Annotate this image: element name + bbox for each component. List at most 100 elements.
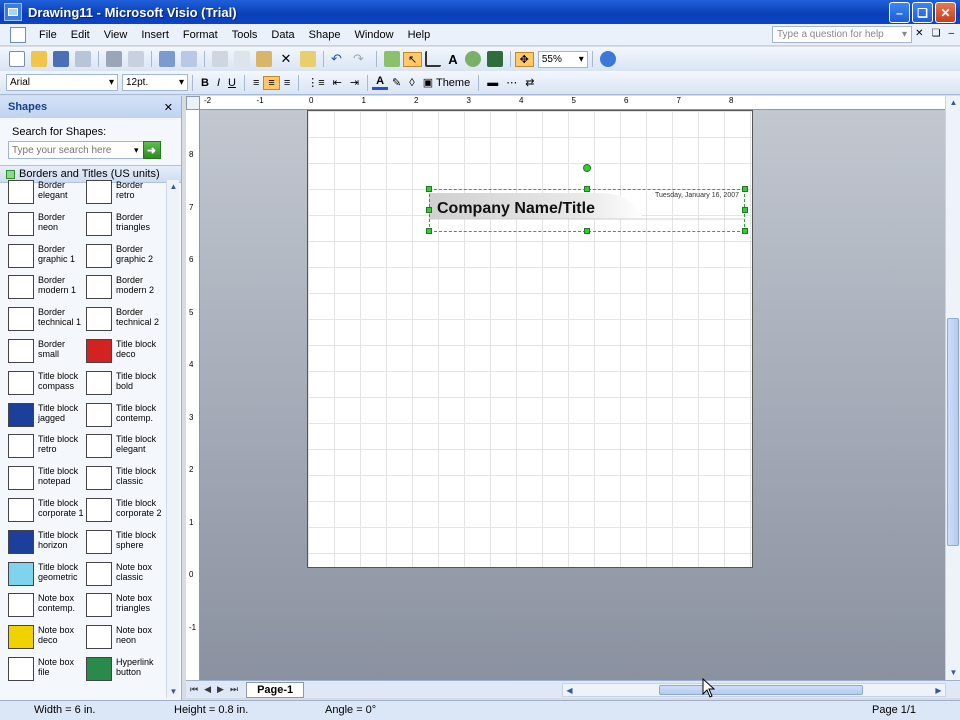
search-dropdown-icon[interactable]: ▾: [134, 145, 139, 156]
stencil-shape-item[interactable]: Note box contemp.: [8, 593, 90, 625]
bullets-icon[interactable]: ⋮≡: [303, 76, 328, 89]
stencil-shape-item[interactable]: Title block elegant: [86, 434, 168, 466]
help-dropdown-icon[interactable]: ▾: [902, 29, 907, 40]
vertical-scrollbar[interactable]: ▲ ▼: [945, 96, 960, 680]
close-button[interactable]: ✕: [935, 2, 956, 23]
open-icon[interactable]: [31, 51, 47, 67]
print-icon[interactable]: [106, 51, 122, 67]
new-icon[interactable]: [9, 51, 25, 67]
next-page-icon[interactable]: ▶: [217, 684, 224, 695]
doc-minimize-icon[interactable]: –: [948, 28, 954, 39]
italic-button[interactable]: I: [213, 77, 224, 89]
font-color-icon[interactable]: A: [372, 75, 389, 90]
doc-restore-icon[interactable]: ❏: [931, 28, 940, 39]
align-center-icon[interactable]: ≡: [263, 75, 280, 90]
paste-icon[interactable]: [256, 51, 272, 67]
line-pattern-icon[interactable]: ⋯: [502, 76, 521, 89]
stencil-shape-item[interactable]: Border retro: [86, 180, 168, 212]
stencil-shape-item[interactable]: Title block sphere: [86, 529, 168, 562]
stencil-shape-item[interactable]: Border triangles: [86, 211, 168, 244]
menu-tools[interactable]: Tools: [225, 29, 265, 41]
stencil-shape-item[interactable]: Border technical 1: [8, 307, 90, 339]
copy-icon[interactable]: [234, 51, 250, 67]
stencil-shape-item[interactable]: Border small: [8, 339, 90, 371]
first-page-icon[interactable]: ⏮: [190, 684, 198, 695]
bold-button[interactable]: B: [197, 77, 213, 89]
scroll-down-icon[interactable]: ▼: [167, 685, 180, 698]
stencil-shape-item[interactable]: Title block jagged: [8, 402, 90, 435]
align-left-icon[interactable]: ≡: [249, 77, 263, 89]
stencil-shape-item[interactable]: Border modern 2: [86, 275, 168, 307]
selection-handle[interactable]: [426, 228, 432, 234]
print-preview-icon[interactable]: [128, 51, 144, 67]
stencil-shape-item[interactable]: Title block classic: [86, 466, 168, 498]
doc-close-icon[interactable]: ✕: [915, 28, 923, 39]
stamp-tool-icon[interactable]: [486, 51, 503, 67]
stencil-shape-item[interactable]: Title block deco: [86, 339, 168, 371]
cut-icon[interactable]: [212, 51, 228, 67]
last-page-icon[interactable]: ⏭: [230, 684, 238, 695]
redo-icon[interactable]: ↷: [353, 51, 369, 67]
undo-icon[interactable]: ↶: [331, 51, 347, 67]
menu-data[interactable]: Data: [264, 29, 301, 41]
drawing-page[interactable]: Company Name/Title Tuesday, January 16, …: [307, 110, 753, 568]
maximize-button[interactable]: ❏: [912, 2, 933, 23]
selection-handle[interactable]: [584, 228, 590, 234]
menu-help[interactable]: Help: [401, 29, 438, 41]
line-color-icon[interactable]: ✎: [388, 76, 405, 89]
stencil-shape-item[interactable]: Note box triangles: [86, 593, 168, 625]
stencil-shape-item[interactable]: Hyperlink button: [86, 657, 168, 689]
stencil-shape-item[interactable]: Title block compass: [8, 370, 90, 403]
selection-handle[interactable]: [426, 207, 432, 213]
prev-page-icon[interactable]: ◀: [204, 684, 211, 695]
connection-point-icon[interactable]: [464, 51, 481, 67]
scroll-down-icon[interactable]: ▼: [947, 666, 960, 679]
search-go-button[interactable]: ➜: [142, 141, 161, 159]
stencil-shape-item[interactable]: Border technical 2: [86, 307, 168, 339]
menu-window[interactable]: Window: [347, 29, 400, 41]
stencil-shape-item[interactable]: Border graphic 2: [86, 243, 168, 276]
stencil-shape-item[interactable]: Title block horizon: [8, 529, 90, 562]
stencil-shape-item[interactable]: Note box classic: [86, 561, 168, 594]
theme-button[interactable]: ▣ Theme: [419, 76, 475, 89]
rotation-handle[interactable]: [583, 164, 591, 172]
stencil-shape-item[interactable]: Title block bold: [86, 370, 168, 403]
format-painter-icon[interactable]: [300, 51, 316, 67]
zoom-dropdown-icon[interactable]: ▾: [579, 54, 584, 65]
font-dropdown-icon[interactable]: ▾: [109, 77, 114, 88]
stencil-scrollbar[interactable]: ▲ ▼: [166, 180, 179, 698]
pan-zoom-icon[interactable]: ✥: [514, 51, 534, 67]
font-select[interactable]: Arial ▾: [6, 74, 118, 91]
stencil-shape-item[interactable]: Title block corporate 2: [86, 498, 168, 530]
scroll-up-icon[interactable]: ▲: [167, 180, 180, 193]
search-shapes-input[interactable]: [8, 141, 148, 159]
line-weight-icon[interactable]: ▬: [483, 77, 502, 89]
vertical-scroll-thumb[interactable]: [947, 318, 959, 546]
page-tab-1[interactable]: Page-1: [246, 681, 305, 698]
text-tool-icon[interactable]: A: [444, 52, 461, 67]
permission-icon[interactable]: [75, 51, 91, 67]
menu-view[interactable]: View: [97, 29, 135, 41]
stencil-shape-item[interactable]: Note box neon: [86, 625, 168, 657]
ruler-corner[interactable]: [186, 96, 200, 110]
delete-icon[interactable]: ✕: [278, 51, 294, 67]
underline-button[interactable]: U: [224, 77, 240, 89]
selection-handle[interactable]: [742, 207, 748, 213]
visio-app-icon[interactable]: [4, 3, 22, 21]
selection-handle[interactable]: [742, 186, 748, 192]
shapes-window-icon[interactable]: [384, 51, 400, 67]
font-size-dropdown-icon[interactable]: ▾: [179, 77, 184, 88]
stencil-shape-item[interactable]: Border neon: [8, 211, 90, 244]
horizontal-ruler[interactable]: -2 -1 0 1 2 3 4 5 6 7 8: [200, 96, 945, 110]
menu-insert[interactable]: Insert: [134, 29, 176, 41]
menu-shape[interactable]: Shape: [302, 29, 348, 41]
save-icon[interactable]: [53, 51, 69, 67]
spelling-icon[interactable]: [159, 51, 175, 67]
increase-indent-icon[interactable]: ⇥: [346, 76, 363, 89]
stencil-shape-item[interactable]: Border modern 1: [8, 275, 90, 307]
minimize-button[interactable]: –: [889, 2, 910, 23]
stencil-shape-item[interactable]: Note box deco: [8, 625, 90, 657]
help-search-box[interactable]: Type a question for help ▾: [772, 26, 912, 43]
fill-color-icon[interactable]: ◊: [405, 77, 418, 89]
help-icon[interactable]: [599, 51, 616, 67]
